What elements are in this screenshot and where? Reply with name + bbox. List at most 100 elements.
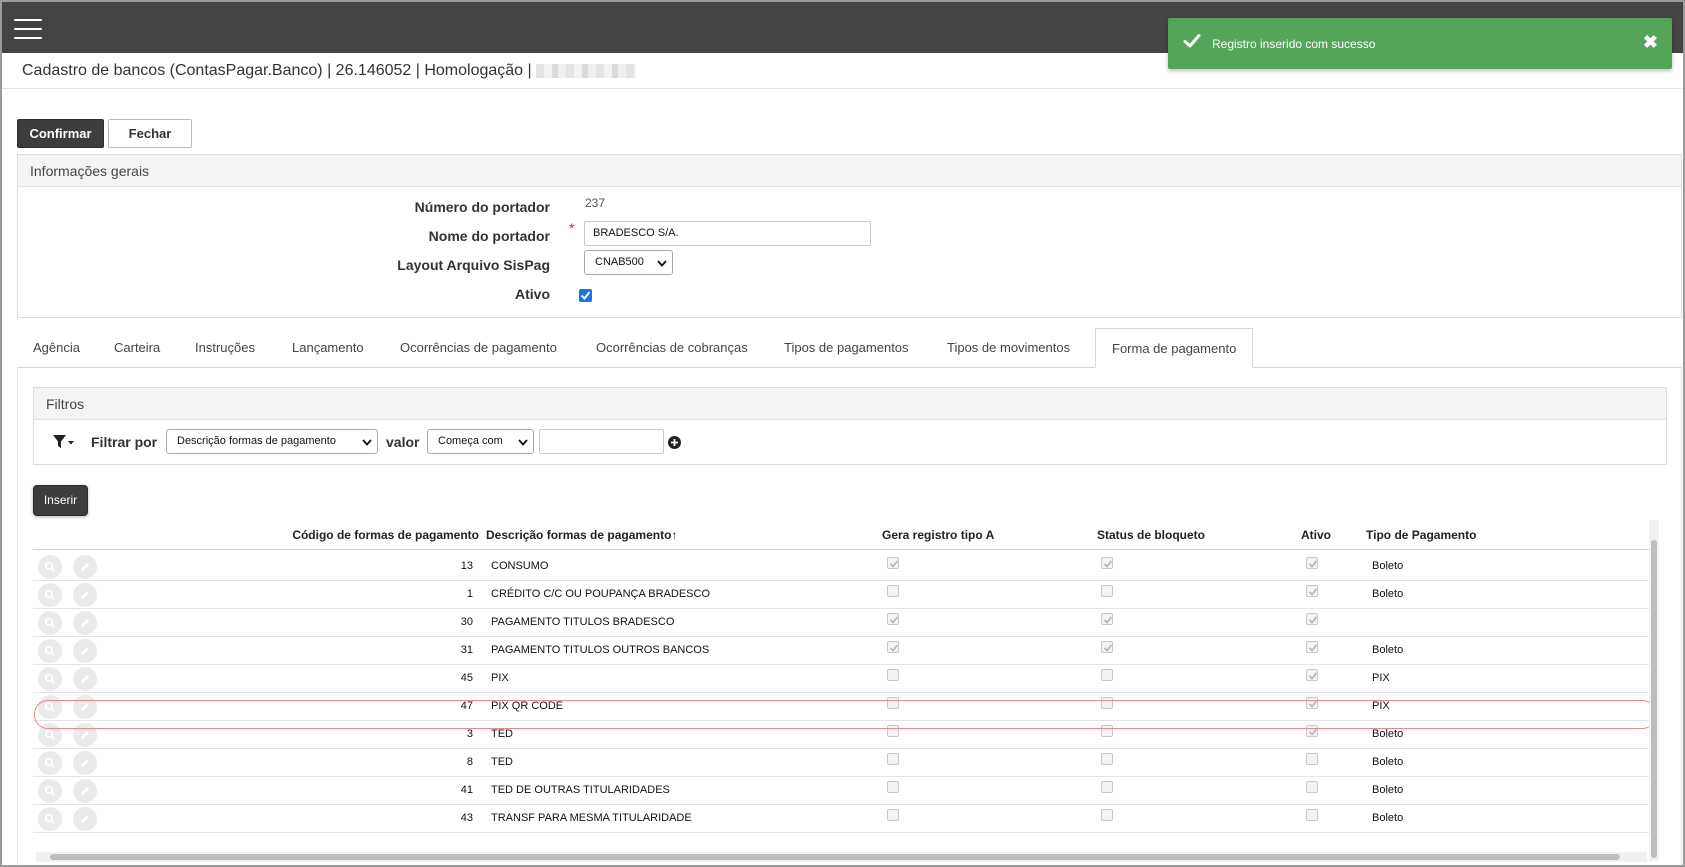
view-icon[interactable] <box>38 583 62 607</box>
chevron-down-icon <box>362 439 372 446</box>
edit-icon[interactable] <box>73 639 97 663</box>
ativo-checkbox[interactable] <box>579 289 592 302</box>
table-row[interactable]: 8 TED Boleto <box>33 747 1650 777</box>
nome-input[interactable]: BRADESCO S/A. <box>584 221 871 246</box>
view-icon[interactable] <box>38 807 62 831</box>
nome-label: Nome do portador <box>428 228 550 244</box>
tab-instrucoes[interactable]: Instruções <box>179 328 271 367</box>
cell-descricao: CRÉDITO C/C OU POUPANÇA BRADESCO <box>491 588 711 600</box>
gera-checkbox <box>887 613 899 625</box>
filter-operator-value: Começa com <box>438 435 503 447</box>
sort-arrow-icon: ↑ <box>671 528 678 542</box>
col-ativo[interactable]: Ativo <box>1301 528 1331 542</box>
filter-operator-select[interactable]: Começa com <box>427 429 534 454</box>
horizontal-scroll-thumb[interactable] <box>50 854 1620 860</box>
ativo-row-checkbox <box>1306 725 1318 737</box>
edit-icon[interactable] <box>73 555 97 579</box>
ativo-row-checkbox <box>1306 585 1318 597</box>
cell-codigo: 41 <box>460 784 473 796</box>
tab-tipos-movimentos[interactable]: Tipos de movimentos <box>931 328 1086 367</box>
vertical-scrollbar[interactable] <box>1649 520 1659 861</box>
col-tipo[interactable]: Tipo de Pagamento <box>1366 528 1476 542</box>
col-status[interactable]: Status de bloqueto <box>1097 528 1205 542</box>
cell-descricao: CONSUMO <box>491 560 549 572</box>
cell-tipo: PIX <box>1372 672 1390 684</box>
gera-checkbox <box>887 781 899 793</box>
status-checkbox <box>1101 725 1113 737</box>
tab-carteira[interactable]: Carteira <box>98 328 176 367</box>
edit-icon[interactable] <box>73 751 97 775</box>
page-title-text: Cadastro de bancos (ContasPagar.Banco) |… <box>22 62 532 79</box>
cell-tipo: Boleto <box>1372 560 1404 572</box>
view-icon[interactable] <box>38 723 62 747</box>
tab-lancamento[interactable]: Lançamento <box>276 328 380 367</box>
edit-icon[interactable] <box>73 807 97 831</box>
confirm-button[interactable]: Confirmar <box>17 119 104 148</box>
payment-methods-table: Código de formas de pagamento Descrição … <box>33 520 1654 861</box>
tab-tipos-pagamentos[interactable]: Tipos de pagamentos <box>768 328 925 367</box>
gera-checkbox <box>887 809 899 821</box>
chevron-down-icon <box>657 260 667 267</box>
view-icon[interactable] <box>38 751 62 775</box>
edit-icon[interactable] <box>73 779 97 803</box>
tab-ocorrencias-cobrancas[interactable]: Ocorrências de cobranças <box>580 328 764 367</box>
edit-icon[interactable] <box>73 611 97 635</box>
title-divider <box>2 88 1683 89</box>
layout-label: Layout Arquivo SisPag <box>397 257 550 273</box>
table-row[interactable]: 43 TRANSF PARA MESMA TITULARIDADE Boleto <box>33 803 1650 833</box>
edit-icon[interactable] <box>73 695 97 719</box>
checkmark-icon <box>1183 34 1201 48</box>
cell-codigo: 45 <box>460 672 473 684</box>
view-icon[interactable] <box>38 639 62 663</box>
add-filter-icon[interactable] <box>668 436 681 449</box>
table-row[interactable]: 1 CRÉDITO C/C OU POUPANÇA BRADESCO Boleto <box>33 579 1650 609</box>
filters-title: Filtros <box>34 388 1666 420</box>
table-row[interactable]: 30 PAGAMENTO TITULOS BRADESCO <box>33 607 1650 637</box>
chevron-down-icon <box>518 439 528 446</box>
status-checkbox <box>1101 613 1113 625</box>
table-row[interactable]: 41 TED DE OUTRAS TITULARIDADES Boleto <box>33 775 1650 805</box>
cell-tipo: Boleto <box>1372 756 1404 768</box>
horizontal-scrollbar[interactable] <box>36 852 1647 862</box>
col-descricao[interactable]: Descrição formas de pagamento↑ <box>486 528 677 542</box>
col-gera[interactable]: Gera registro tipo A <box>882 528 994 542</box>
table-row[interactable]: 3 TED Boleto <box>33 719 1650 749</box>
status-checkbox <box>1101 697 1113 709</box>
layout-select[interactable]: CNAB500 <box>584 250 673 275</box>
edit-icon[interactable] <box>73 583 97 607</box>
edit-icon[interactable] <box>73 667 97 691</box>
status-checkbox <box>1101 585 1113 597</box>
gera-checkbox <box>887 669 899 681</box>
vertical-scroll-thumb[interactable] <box>1651 540 1657 858</box>
edit-icon[interactable] <box>73 723 97 747</box>
gera-checkbox <box>887 725 899 737</box>
table-row[interactable]: 31 PAGAMENTO TITULOS OUTROS BANCOS Boleto <box>33 635 1650 665</box>
hamburger-menu-icon[interactable] <box>14 19 42 39</box>
ativo-row-checkbox <box>1306 753 1318 765</box>
close-button[interactable]: Fechar <box>108 119 192 148</box>
filter-value-input[interactable] <box>539 429 664 454</box>
view-icon[interactable] <box>38 555 62 579</box>
table-header: Código de formas de pagamento Descrição … <box>33 520 1650 550</box>
tab-agencia[interactable]: Agência <box>17 328 96 367</box>
col-codigo[interactable]: Código de formas de pagamento <box>145 528 479 542</box>
table-row[interactable]: 45 PIX PIX <box>33 663 1650 693</box>
filter-field-select[interactable]: Descrição formas de pagamento <box>166 429 378 454</box>
close-icon[interactable]: ✖ <box>1643 33 1658 51</box>
tab-forma-pagamento[interactable]: Forma de pagamento <box>1095 328 1254 368</box>
layout-select-value: CNAB500 <box>595 256 644 268</box>
view-icon[interactable] <box>38 667 62 691</box>
insert-button[interactable]: Inserir <box>33 485 88 516</box>
cell-codigo: 43 <box>460 812 473 824</box>
view-icon[interactable] <box>38 779 62 803</box>
status-checkbox <box>1101 641 1113 653</box>
view-icon[interactable] <box>38 611 62 635</box>
status-checkbox <box>1101 781 1113 793</box>
cell-descricao: TED <box>491 756 513 768</box>
filter-icon[interactable] <box>52 434 76 450</box>
tab-ocorrencias-pagamento[interactable]: Ocorrências de pagamento <box>384 328 573 367</box>
table-row[interactable]: 47 PIX QR CODE PIX <box>33 691 1650 721</box>
cell-codigo: 8 <box>466 756 473 768</box>
view-icon[interactable] <box>38 695 62 719</box>
table-row[interactable]: 13 CONSUMO Boleto <box>33 551 1650 581</box>
